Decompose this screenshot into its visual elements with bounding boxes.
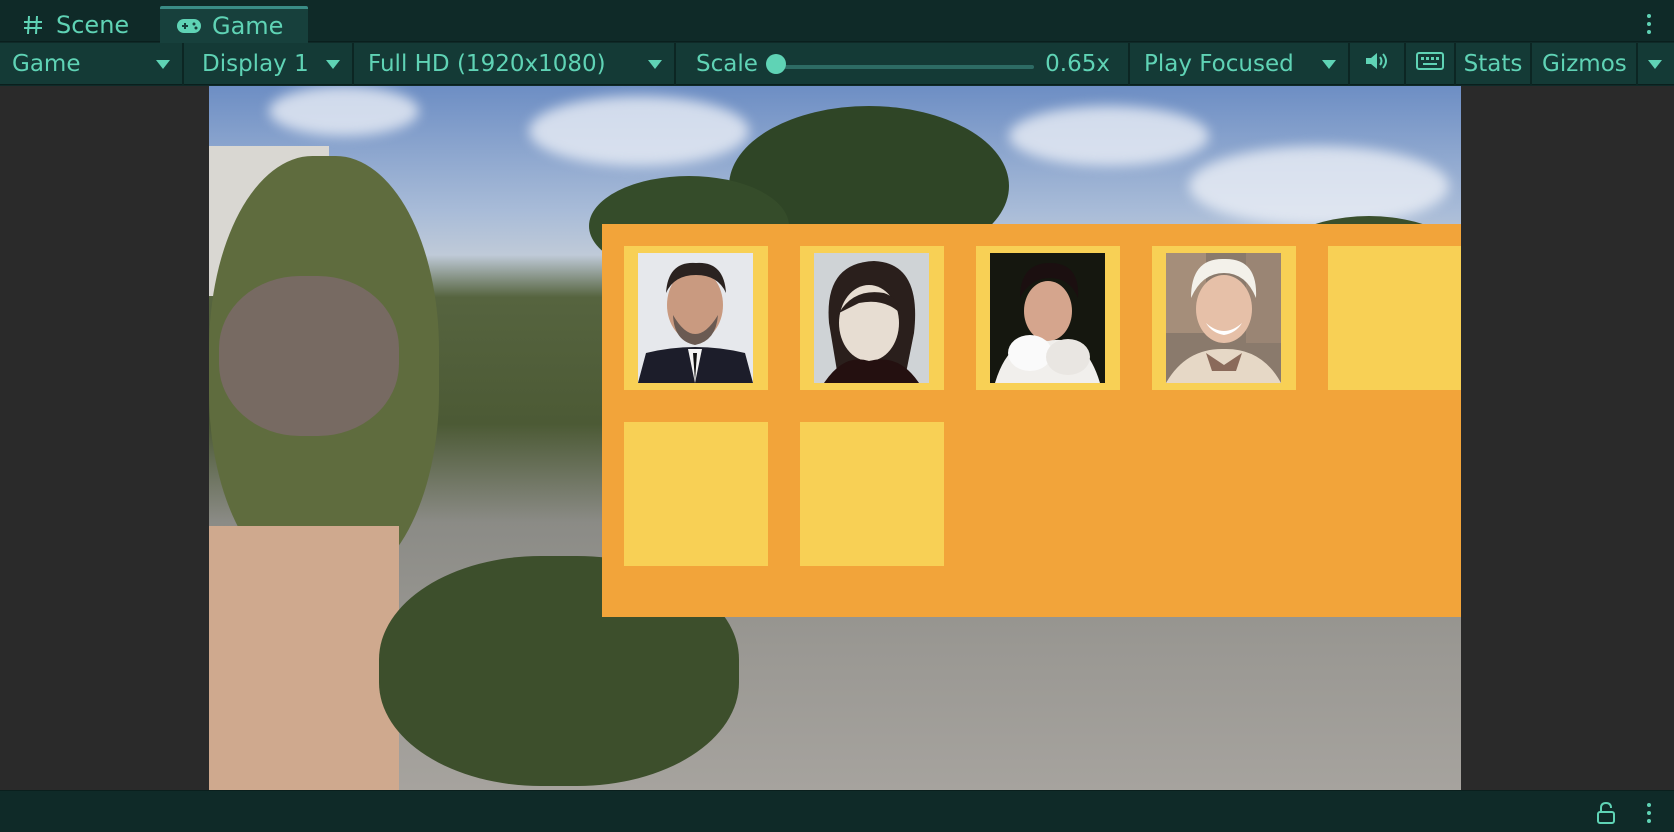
tab-bar: Scene Game bbox=[0, 0, 1674, 43]
gamepad-icon bbox=[176, 16, 202, 36]
inventory-panel bbox=[602, 224, 1461, 617]
cloud bbox=[269, 86, 419, 136]
low-wall bbox=[209, 526, 399, 790]
scale-value: 0.65x bbox=[1045, 51, 1110, 77]
cloud bbox=[1009, 106, 1209, 166]
view-mode-dropdown[interactable]: Game bbox=[0, 43, 184, 85]
portrait-image bbox=[1166, 253, 1281, 383]
cloud bbox=[529, 96, 749, 166]
stats-label: Stats bbox=[1463, 51, 1523, 77]
chevron-down-icon bbox=[648, 60, 662, 69]
tab-scene-label: Scene bbox=[56, 10, 130, 39]
kebab-menu-icon[interactable] bbox=[1646, 14, 1652, 34]
portrait-image bbox=[990, 253, 1105, 383]
scale-slider-track[interactable] bbox=[784, 65, 1034, 69]
keyboard-toggle-button[interactable] bbox=[1406, 43, 1456, 85]
hash-grid-icon bbox=[20, 15, 46, 35]
game-view-toolbar: Game Display 1 Full HD (1920x1080) Scale… bbox=[0, 43, 1674, 85]
chevron-down-icon bbox=[156, 60, 170, 69]
scale-slider-handle[interactable] bbox=[766, 54, 786, 74]
audio-toggle-button[interactable] bbox=[1350, 43, 1406, 85]
view-mode-value: Game bbox=[12, 51, 81, 77]
chevron-down-icon bbox=[1322, 60, 1336, 69]
scale-control: Scale 0.65x bbox=[678, 43, 1130, 85]
inventory-slot-2[interactable] bbox=[800, 246, 944, 390]
game-render-view[interactable] bbox=[209, 86, 1461, 790]
stats-button[interactable]: Stats bbox=[1456, 43, 1532, 85]
resolution-dropdown[interactable]: Full HD (1920x1080) bbox=[356, 43, 676, 85]
scale-label: Scale bbox=[696, 51, 758, 77]
tab-scene[interactable]: Scene bbox=[4, 6, 156, 43]
status-bar bbox=[0, 790, 1674, 832]
cloud bbox=[1189, 146, 1449, 226]
tab-game-label: Game bbox=[212, 12, 284, 40]
inventory-slot-4[interactable] bbox=[1152, 246, 1296, 390]
keyboard-icon bbox=[1416, 51, 1444, 77]
kebab-menu-icon[interactable] bbox=[1646, 803, 1652, 823]
flowering-bush bbox=[219, 276, 399, 436]
tab-game[interactable]: Game bbox=[160, 6, 308, 43]
game-viewport-area bbox=[0, 86, 1674, 790]
inventory-slot-5[interactable] bbox=[1328, 246, 1461, 390]
speaker-icon bbox=[1364, 51, 1390, 77]
inventory-slot-3[interactable] bbox=[976, 246, 1120, 390]
display-value: Display 1 bbox=[202, 51, 309, 77]
display-dropdown[interactable]: Display 1 bbox=[186, 43, 354, 85]
play-mode-dropdown[interactable]: Play Focused bbox=[1130, 43, 1350, 85]
gizmos-label: Gizmos bbox=[1542, 51, 1627, 77]
resolution-value: Full HD (1920x1080) bbox=[368, 51, 606, 77]
gizmos-dropdown[interactable]: Gizmos bbox=[1532, 43, 1674, 85]
inventory-slot-1[interactable] bbox=[624, 246, 768, 390]
chevron-down-icon bbox=[326, 60, 340, 69]
portrait-image bbox=[814, 253, 929, 383]
play-mode-value: Play Focused bbox=[1144, 51, 1294, 77]
inventory-slot-6[interactable] bbox=[624, 422, 768, 566]
portrait-image bbox=[638, 253, 753, 383]
chevron-down-icon bbox=[1648, 60, 1662, 69]
inventory-slot-7[interactable] bbox=[800, 422, 944, 566]
lock-icon[interactable] bbox=[1596, 801, 1616, 824]
